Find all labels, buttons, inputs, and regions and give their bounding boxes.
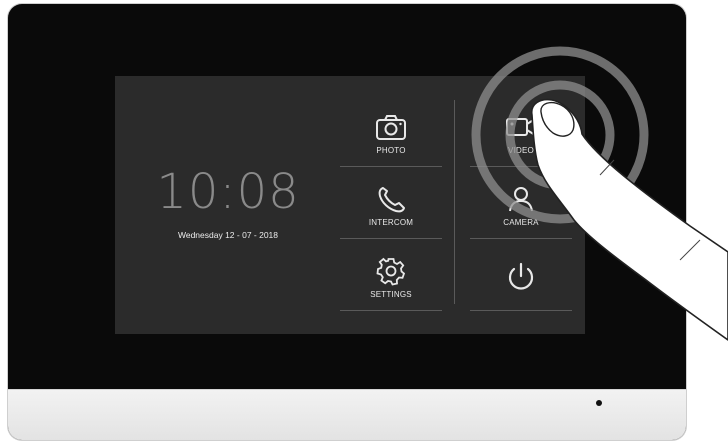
settings-label: SETTINGS [370,290,412,299]
intercom-label: INTERCOM [368,218,414,227]
intercom-monitor: 10:08 Wednesday 12 - 07 - 2018 PHOTO INT… [8,4,686,440]
video-label: VIDEO [508,146,534,155]
power-icon [508,262,534,290]
gear-icon [376,257,406,286]
photo-button[interactable]: PHOTO [340,104,442,167]
indicator-light [596,400,602,406]
photo-label: PHOTO [376,146,406,155]
person-icon [509,187,533,212]
video-camera-icon [506,118,536,136]
clock-time: 10:08 [156,164,300,220]
camera-icon [376,115,406,140]
settings-button[interactable]: SETTINGS [340,248,442,311]
touch-screen: 10:08 Wednesday 12 - 07 - 2018 PHOTO INT… [115,76,585,334]
menu-divider [454,100,455,304]
camera-label: CAMERA [503,218,539,227]
intercom-button[interactable]: INTERCOM [340,176,442,239]
camera-button[interactable]: CAMERA [470,176,572,239]
video-button[interactable]: VIDEO [470,104,572,167]
device-bottom-bezel [8,389,686,440]
clock-date: Wednesday 12 - 07 - 2018 [177,230,279,240]
phone-icon [378,187,405,213]
power-button[interactable] [470,248,572,311]
